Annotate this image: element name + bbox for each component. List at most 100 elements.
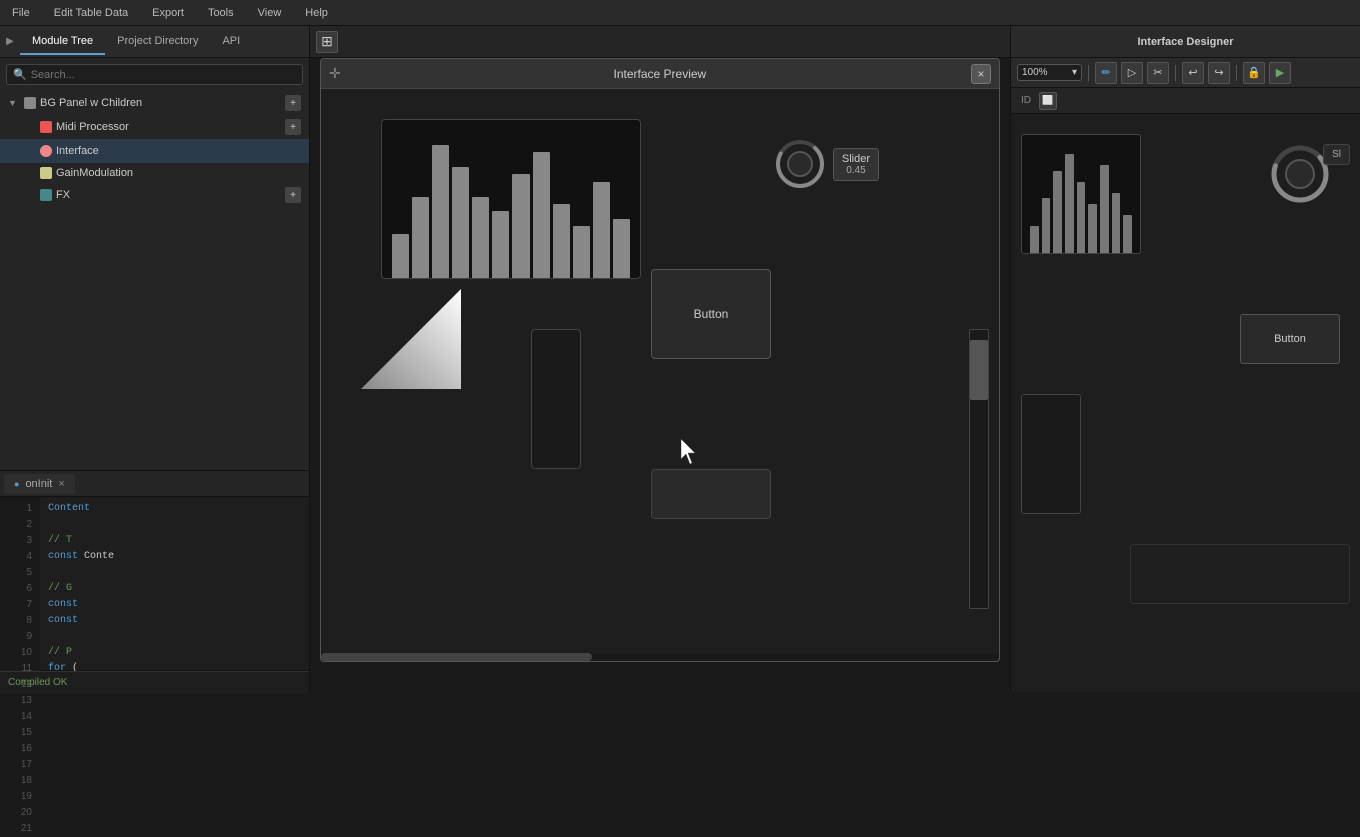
tree-add-midi[interactable]: + — [285, 119, 301, 135]
rp-bar-9 — [1123, 215, 1132, 254]
tree-add-bg-panel[interactable]: + — [285, 95, 301, 111]
tree-delete-interface[interactable]: ✕ — [285, 143, 301, 159]
tool-undo[interactable]: ↩ — [1182, 62, 1204, 84]
right-tool-toolbar: 100% ▾ ✏ ▷ ✂ ↩ ↪ 🔒 ▶ — [1011, 58, 1360, 88]
tree-color-interface — [40, 145, 52, 157]
menu-edit-table[interactable]: Edit Table Data — [50, 5, 132, 21]
preview-spectrum — [381, 119, 641, 279]
line-num-9: 9 — [0, 629, 32, 645]
tab-module-tree[interactable]: Module Tree — [20, 29, 105, 55]
tree-label-midi: Midi Processor — [56, 121, 281, 133]
menu-view[interactable]: View — [254, 5, 286, 21]
line-num-5: 5 — [0, 565, 32, 581]
modal-bottom-scrollbar[interactable] — [321, 653, 999, 661]
code-line-5 — [48, 565, 301, 581]
line-num-18: 18 — [0, 773, 32, 789]
code-line-11: for ( — [48, 661, 301, 671]
zoom-dropdown-icon[interactable]: ▾ — [1072, 67, 1077, 78]
line-num-3: 3 — [0, 533, 32, 549]
zoom-control[interactable]: 100% ▾ — [1017, 64, 1082, 81]
rp-bar-6 — [1088, 204, 1097, 254]
line-num-8: 8 — [0, 613, 32, 629]
preview-scrollbar[interactable] — [969, 329, 989, 609]
preview-knob-label: Slider 0.45 — [833, 148, 879, 181]
preview-button-label: Button — [694, 307, 729, 321]
modal-scrollbar-thumb[interactable] — [321, 653, 592, 661]
line-num-15: 15 — [0, 725, 32, 741]
rp-knob — [1270, 144, 1330, 207]
tool-redo[interactable]: ↪ — [1208, 62, 1230, 84]
modal-content: Slider 0.45 — [321, 89, 999, 661]
spec-bar-1 — [392, 234, 409, 278]
right-preview-area: Button Sl — [1011, 114, 1360, 692]
line-num-20: 20 — [0, 805, 32, 821]
search-input[interactable] — [31, 69, 296, 81]
rp-bar-4 — [1065, 154, 1074, 253]
spec-bar-2 — [412, 197, 429, 278]
center-toolbar-expand[interactable]: ⊞ — [316, 31, 338, 53]
main-layout: ▶ Module Tree Project Directory API 🔍 ▼ … — [0, 26, 1360, 692]
tree-item-bg-panel[interactable]: ▼ BG Panel w Children + — [0, 91, 309, 115]
modal-titlebar[interactable]: ✛ Interface Preview × — [321, 59, 999, 89]
right-panel-title: Interface Designer — [1019, 36, 1352, 48]
tab-project-directory[interactable]: Project Directory — [105, 29, 210, 55]
line-num-2: 2 — [0, 517, 32, 533]
search-bar[interactable]: 🔍 — [6, 64, 303, 85]
spec-bar-8 — [533, 152, 550, 278]
code-text[interactable]: Content // T const Conte // G const cons… — [40, 497, 309, 671]
code-panel: ● onInit × 1 2 3 4 5 6 7 8 9 10 11 — [0, 470, 309, 670]
code-tab-oninit[interactable]: ● onInit × — [4, 474, 75, 494]
line-num-4: 4 — [0, 549, 32, 565]
right-sub-toolbar: ID ⬜ — [1011, 88, 1360, 114]
line-num-1: 1 — [0, 501, 32, 517]
preview-slider-vertical[interactable] — [531, 329, 581, 469]
spec-bar-9 — [553, 204, 570, 278]
toolbar-sep-3 — [1236, 65, 1237, 81]
menu-file[interactable]: File — [8, 5, 34, 21]
tree-color-midi — [40, 121, 52, 133]
tree-arrow-bg-panel: ▼ — [8, 98, 20, 108]
toolbar-sep-2 — [1175, 65, 1176, 81]
preview-button[interactable]: Button — [651, 269, 771, 359]
rp-bar-1 — [1030, 226, 1039, 254]
tree-add-fx[interactable]: + — [285, 187, 301, 203]
menu-tools[interactable]: Tools — [204, 5, 238, 21]
tree-label-fx: FX — [56, 189, 281, 201]
tree-item-interface[interactable]: Interface ✎ ✕ — [0, 139, 309, 163]
tool-select[interactable]: ▷ — [1121, 62, 1143, 84]
modal-close-button[interactable]: × — [971, 64, 991, 84]
tool-lock[interactable]: 🔒 — [1243, 62, 1265, 84]
preview-knob-svg[interactable] — [775, 139, 825, 189]
rp-knob-svg[interactable] — [1270, 144, 1330, 204]
knob-value: 0.45 — [842, 165, 870, 176]
tree-item-fx[interactable]: FX + — [0, 183, 309, 207]
right-panel: Interface Designer 100% ▾ ✏ ▷ ✂ ↩ ↪ 🔒 ▶ … — [1010, 26, 1360, 692]
rp-bars — [1022, 135, 1140, 253]
modal-move-icon[interactable]: ✛ — [329, 65, 341, 82]
tree-item-midi[interactable]: Midi Processor + — [0, 115, 309, 139]
rp-button[interactable]: Button — [1240, 314, 1340, 364]
modal-title: Interface Preview — [349, 67, 971, 81]
knob-name: Slider — [842, 153, 870, 165]
menu-export[interactable]: Export — [148, 5, 188, 21]
menu-bar: File Edit Table Data Export Tools View H… — [0, 0, 1360, 26]
line-numbers: 1 2 3 4 5 6 7 8 9 10 11 12 13 14 15 16 1 — [0, 497, 40, 671]
tool-play[interactable]: ▶ — [1269, 62, 1291, 84]
tool-pencil[interactable]: ✏ — [1095, 62, 1117, 84]
right-copy-btn[interactable]: ⬜ — [1039, 92, 1057, 110]
code-tab-close[interactable]: × — [58, 478, 64, 490]
spec-bar-3 — [432, 145, 449, 278]
menu-help[interactable]: Help — [301, 5, 332, 21]
line-num-6: 6 — [0, 581, 32, 597]
code-line-1: Content — [48, 501, 301, 517]
line-num-7: 7 — [0, 597, 32, 613]
code-line-2 — [48, 517, 301, 533]
preview-shape-svg — [361, 289, 461, 389]
module-tree-panel: 🔍 ▼ BG Panel w Children + Midi Processor… — [0, 58, 309, 470]
tree-item-gain[interactable]: GainModulation — [0, 163, 309, 183]
preview-scroll-thumb[interactable] — [970, 340, 988, 400]
panel-expand-arrow[interactable]: ▶ — [0, 26, 20, 58]
tree-edit-interface[interactable]: ✎ — [265, 143, 281, 159]
tool-scissors[interactable]: ✂ — [1147, 62, 1169, 84]
tab-api[interactable]: API — [210, 29, 252, 55]
